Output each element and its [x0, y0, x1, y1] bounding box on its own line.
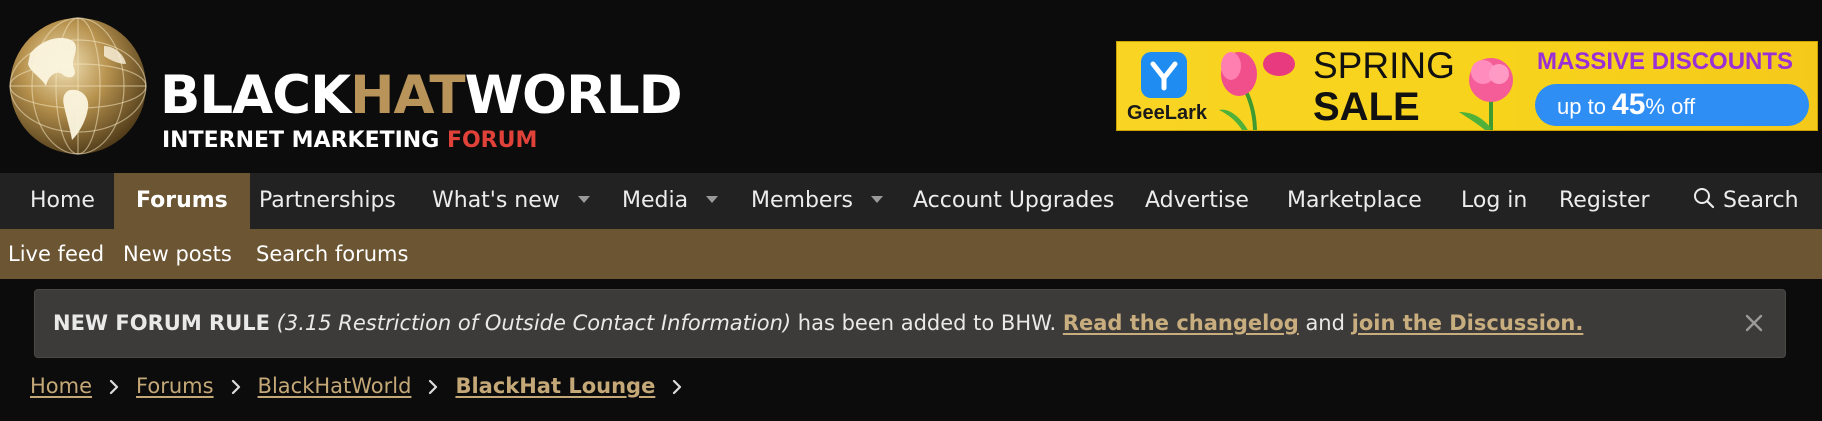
chevron-down-icon[interactable] — [577, 195, 590, 203]
close-icon[interactable] — [1741, 310, 1767, 336]
nav-item-partnerships[interactable]: Partnerships — [259, 173, 396, 229]
ad-headline-1: SPRING — [1313, 45, 1455, 86]
logo-subtitle-forum: FORUM — [446, 128, 538, 153]
forum-notice: NEW FORUM RULE (3.15 Restriction of Outs… — [34, 289, 1786, 358]
notice-text: NEW FORUM RULE (3.15 Restriction of Outs… — [53, 290, 1583, 357]
site-header: BLACKHATWORLD INTERNET MARKETING FORUM G… — [0, 0, 1822, 173]
notice-middle: has been added to BHW. — [791, 311, 1063, 335]
logo-title: BLACKHATWORLD — [160, 64, 683, 128]
logo-subtitle: INTERNET MARKETING FORUM — [162, 128, 537, 154]
nav-item-whats-new-label: What's new — [432, 188, 560, 213]
register-link[interactable]: Register — [1559, 173, 1650, 229]
nav-item-advertise[interactable]: Advertise — [1145, 173, 1249, 229]
nav-item-media-label: Media — [622, 188, 689, 213]
chevron-right-icon — [655, 369, 699, 403]
nav-item-home[interactable]: Home — [30, 173, 95, 229]
chevron-right-icon — [92, 369, 136, 403]
breadcrumb-home[interactable]: Home — [30, 369, 92, 403]
subnav-search-forums[interactable]: Search forums — [256, 229, 408, 279]
site-logo[interactable]: BLACKHATWORLD INTERNET MARKETING FORUM — [8, 16, 683, 156]
nav-item-forums[interactable]: Forums — [114, 173, 250, 229]
subnav-new-posts[interactable]: New posts — [123, 229, 232, 279]
breadcrumb-blackhatworld[interactable]: BlackHatWorld — [258, 369, 412, 403]
nav-item-account-upgrades[interactable]: Account Upgrades — [913, 173, 1114, 229]
notice-and: and — [1298, 311, 1352, 335]
ad-promo-suffix: % off — [1645, 94, 1696, 119]
login-link[interactable]: Log in — [1461, 173, 1527, 229]
ad-brand-name: GeeLark — [1127, 102, 1208, 124]
chevron-right-icon — [411, 369, 455, 403]
sub-nav: Live feed New posts Search forums — [0, 229, 1822, 279]
logo-subtitle-main: INTERNET MARKETING — [162, 128, 447, 153]
main-nav: Home Forums Partnerships What's new Medi… — [0, 173, 1822, 229]
nav-item-whats-new[interactable]: What's new — [432, 173, 590, 229]
chevron-right-icon — [214, 369, 258, 403]
nav-item-media[interactable]: Media — [622, 173, 719, 229]
changelog-link[interactable]: Read the changelog — [1063, 311, 1299, 335]
breadcrumb-forums[interactable]: Forums — [136, 369, 214, 403]
breadcrumb: Home Forums BlackHatWorld BlackHat Lounge — [30, 368, 699, 402]
ad-banner[interactable]: GeeLark SPRING SALE MASSIVE DISCOUNTS up… — [1116, 41, 1818, 131]
nav-item-members[interactable]: Members — [751, 173, 883, 229]
search-label: Search — [1723, 188, 1799, 213]
breadcrumb-blackhat-lounge[interactable]: BlackHat Lounge — [455, 369, 655, 403]
logo-title-world: WORLD — [464, 65, 683, 126]
logo-title-black: BLACK — [160, 65, 351, 126]
ad-promo-prefix: up to — [1557, 94, 1613, 119]
ad-promo-percent: 45 — [1612, 88, 1646, 121]
nav-item-members-label: Members — [751, 188, 853, 213]
subnav-live-feed[interactable]: Live feed — [8, 229, 104, 279]
ad-promo-title: MASSIVE DISCOUNTS — [1537, 48, 1794, 75]
chevron-down-icon[interactable] — [706, 195, 719, 203]
notice-rule: (3.15 Restriction of Outside Contact Inf… — [276, 311, 792, 335]
globe-icon — [9, 17, 147, 155]
search-button[interactable]: Search — [1693, 173, 1799, 229]
discussion-link[interactable]: join the Discussion. — [1352, 311, 1584, 335]
ad-headline-2: SALE — [1313, 85, 1420, 129]
nav-item-marketplace[interactable]: Marketplace — [1287, 173, 1422, 229]
tulip-icon — [1219, 52, 1295, 130]
geelark-logo-icon — [1141, 52, 1187, 98]
flower-icon — [1459, 58, 1513, 130]
notice-title: NEW FORUM RULE — [53, 311, 270, 335]
chevron-down-icon[interactable] — [870, 195, 883, 203]
logo-title-hat: HAT — [350, 65, 465, 126]
search-icon — [1694, 188, 1715, 209]
ad-promo-pill: up to 45% off — [1535, 84, 1809, 126]
